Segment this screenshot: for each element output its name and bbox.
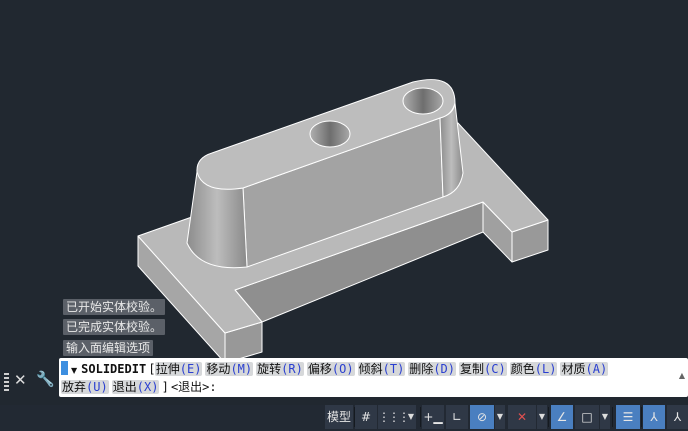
option-key: (T) — [382, 362, 405, 376]
history-message: 输入面编辑选项 — [63, 340, 154, 356]
close-icon[interactable]: ✕ — [14, 371, 27, 389]
command-option-u[interactable]: 放弃(U) — [61, 380, 109, 394]
option-key: (A) — [585, 362, 608, 376]
option-label: 放弃 — [62, 380, 87, 394]
dynamic-input-icon[interactable]: +▁ — [422, 405, 444, 429]
command-option-l[interactable]: 颜色(L) — [509, 362, 558, 376]
option-label: 拉伸 — [155, 362, 180, 376]
command-icon[interactable] — [61, 361, 68, 375]
option-key: (X) — [136, 380, 159, 394]
option-key: (M) — [230, 362, 253, 376]
command-option-c[interactable]: 复制(C) — [459, 362, 507, 376]
option-key: (E) — [179, 362, 202, 376]
option-key: (L) — [534, 362, 557, 376]
object-snap-tracking-icon[interactable]: ✕ — [508, 405, 536, 429]
command-input[interactable]: ▼ SOLIDEDIT [拉伸(E) 移动(M) 旋转(R) 偏移(O) 倾斜(T) 删除(… — [59, 358, 688, 397]
history-message: 已开始实体校验。 — [63, 299, 166, 315]
status-bar: 模型 # ⋮⋮⋮ ▼ +▁ ∟ ⊘ ▼ ✕ ▼ ∠ □ ▼ ☰ ⅄ ⅄ — [0, 405, 688, 431]
command-option-a[interactable]: 材质(A) — [560, 362, 609, 376]
command-option-r[interactable]: 旋转(R) — [256, 362, 304, 376]
command-option-o[interactable]: 偏移(O) — [306, 362, 355, 376]
object-snap-tracking-dropdown-icon[interactable]: ▼ — [537, 405, 547, 429]
drawing-viewport[interactable]: 已开始实体校验。 已完成实体校验。 输入面编辑选项 — [0, 0, 688, 364]
annotation-scale-icon[interactable]: ⅄ — [667, 405, 688, 429]
polar-tracking-icon[interactable]: ⊘ — [470, 405, 494, 429]
command-option-d[interactable]: 删除(D) — [408, 362, 457, 376]
ortho-icon[interactable]: ∟ — [446, 405, 468, 429]
polar-dropdown-icon[interactable]: ▼ — [495, 405, 505, 429]
command-option-m[interactable]: 移动(M) — [205, 362, 254, 376]
option-label: 复制 — [460, 362, 485, 376]
model-space-button[interactable]: 模型 — [325, 405, 353, 429]
wrench-icon[interactable]: 🔧 — [36, 370, 55, 388]
option-key: (O) — [331, 362, 354, 376]
object-snap-dropdown-icon[interactable]: ▼ — [600, 405, 610, 429]
command-option-e[interactable]: 拉伸(E) — [154, 362, 203, 376]
option-label: 移动 — [206, 362, 231, 376]
command-line: ✕ 🔧 ▼ SOLIDEDIT [拉伸(E) 移动(M) 旋转(R) 偏移(O) 倾斜(T… — [0, 358, 688, 398]
lineweight-icon[interactable]: ☰ — [616, 405, 640, 429]
hole-2 — [402, 87, 444, 115]
option-label: 退出 — [112, 380, 137, 394]
recent-commands-dropdown-icon[interactable]: ▼ — [71, 366, 77, 375]
option-label: 倾斜 — [358, 362, 383, 376]
annotation-visibility-icon[interactable]: ⅄ — [643, 405, 665, 429]
option-key: (R) — [281, 362, 303, 376]
snap-icon[interactable]: ⋮⋮⋮ — [378, 405, 410, 429]
option-label: 旋转 — [257, 362, 282, 376]
option-label: 偏移 — [307, 362, 332, 376]
snap-dropdown-icon[interactable]: ▼ — [406, 405, 416, 429]
command-name: SOLIDEDIT — [81, 362, 147, 376]
option-key: (D) — [433, 362, 456, 376]
command-option-t[interactable]: 倾斜(T) — [357, 362, 406, 376]
drag-grip-icon[interactable] — [4, 373, 9, 391]
option-label: 删除 — [409, 362, 434, 376]
option-label: 材质 — [561, 362, 586, 376]
object-snap-icon[interactable]: □ — [575, 405, 599, 429]
default-prompt: <退出>: — [170, 380, 217, 394]
command-option-x[interactable]: 退出(X) — [111, 380, 160, 394]
grid-icon[interactable]: # — [355, 405, 377, 429]
scroll-up-icon[interactable]: ▲ — [679, 371, 685, 380]
option-key: (U) — [86, 380, 108, 394]
isodraft-icon[interactable]: ∠ — [551, 405, 573, 429]
option-label: 颜色 — [510, 362, 535, 376]
hole-1 — [309, 120, 351, 148]
history-message: 已完成实体校验。 — [63, 319, 166, 335]
option-key: (C) — [484, 362, 506, 376]
